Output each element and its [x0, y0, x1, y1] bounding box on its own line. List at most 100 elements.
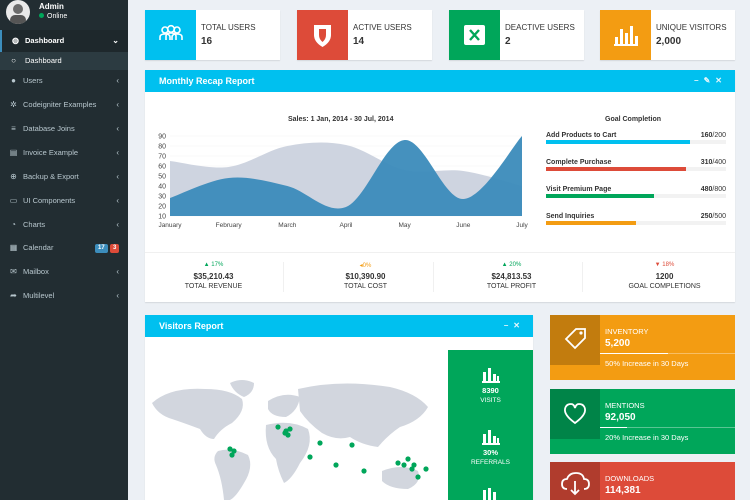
stat-separator	[433, 262, 434, 292]
y-tick-label: 20	[158, 204, 166, 211]
info-box-label: TOTAL USERS	[201, 23, 256, 32]
stat-amount: 1200	[655, 272, 674, 281]
sidebar-item-database-joins[interactable]: ≡ Database Joins ‹	[0, 118, 128, 140]
map-marker[interactable]	[415, 474, 421, 480]
stat-amount: $35,210.43	[193, 272, 234, 281]
x-tick-label: June	[456, 222, 470, 229]
map-marker[interactable]	[275, 424, 281, 430]
y-tick-label: 80	[158, 144, 166, 151]
goal-progress-fill	[546, 194, 654, 198]
sidebar-item-calendar[interactable]: ▦ Calendar 17 3	[0, 237, 128, 259]
user-status-text: Online	[47, 13, 68, 20]
stat-goal-completions: ▼ 18% 1200 GOAL COMPLETIONS	[596, 262, 733, 290]
tile-title: INVENTORY	[605, 327, 649, 336]
sidebar-item-dashboard[interactable]: ◍ Dashboard ⌄	[0, 30, 128, 52]
map-marker[interactable]	[349, 442, 355, 448]
goal-value: 310/400	[700, 159, 726, 166]
goal-label: Send Inquiries	[546, 213, 595, 220]
y-tick-label: 70	[158, 154, 166, 161]
goal-progress-bar	[546, 221, 726, 225]
file-icon: ▤	[9, 148, 18, 157]
sidebar-item-label: Backup & Export	[23, 172, 79, 181]
tile-progress-fill	[600, 427, 627, 428]
avatar[interactable]	[6, 0, 30, 24]
envelope-icon: ✉	[10, 267, 17, 276]
info-box-value: 2,000	[656, 36, 682, 47]
chevron-left-icon: ‹	[116, 172, 119, 181]
info-box-unique-visitors: UNIQUE VISITORS 2,000	[600, 10, 735, 60]
chevron-left-icon: ‹	[116, 220, 119, 229]
map-marker[interactable]	[317, 440, 323, 446]
map-marker[interactable]	[287, 426, 293, 432]
tile-number: 5,200	[605, 338, 631, 349]
sidebar-item-label: UI Components	[23, 196, 76, 205]
goal-progress-bar	[546, 167, 726, 171]
close-icon[interactable]: ✕	[715, 76, 727, 85]
goal-value: 480/800	[700, 186, 726, 193]
user-name: Admin	[39, 2, 64, 11]
calendar-badge-blue: 17	[95, 244, 108, 253]
map-marker[interactable]	[333, 462, 339, 468]
calendar-icon: ▦	[9, 243, 18, 252]
map-marker[interactable]	[231, 448, 237, 454]
map-marker[interactable]	[285, 432, 291, 438]
sidebar-item-label: Database Joins	[23, 124, 75, 133]
caret-down-icon: ▼	[654, 262, 661, 268]
sidebar-item-label: Calendar	[23, 243, 54, 252]
close-icon[interactable]: ✕	[513, 321, 525, 330]
laptop-icon: ▭	[9, 196, 18, 205]
sidebar-item-multilevel[interactable]: ➦ Multilevel ‹	[0, 285, 128, 307]
bar-chart-icon	[482, 488, 496, 500]
sidebar-item-mailbox[interactable]: ✉ Mailbox ‹	[0, 261, 128, 283]
tile-description: 50% Increase in 30 Days	[605, 359, 689, 368]
sidebar-item-codeigniter-examples[interactable]: ✲ Codeigniter Examples ‹	[0, 94, 128, 116]
sidebar-item-charts[interactable]: ◔ Charts ‹	[0, 214, 128, 236]
map-asia	[298, 383, 428, 447]
info-box-total-users: TOTAL USERS 16	[145, 10, 280, 60]
sales-chart-title: Sales: 1 Jan, 2014 - 30 Jul, 2014	[288, 116, 394, 123]
tile-description: 20% Increase in 30 Days	[605, 433, 689, 442]
chevron-left-icon: ‹	[116, 148, 119, 157]
visitors-stat-value: 30%	[482, 448, 498, 457]
pie-chart-icon: ◔	[11, 220, 16, 229]
chevron-left-icon: ‹	[116, 291, 119, 300]
collapse-icon[interactable]: –	[694, 76, 703, 85]
visitors-stat-visits: 8390 VISITS	[448, 366, 533, 404]
map-marker[interactable]	[405, 456, 411, 462]
map-marker[interactable]	[361, 468, 367, 474]
goal-progress-fill	[546, 221, 636, 225]
shield-icon	[297, 10, 348, 60]
map-marker[interactable]	[423, 466, 429, 472]
sidebar-subitem-dashboard[interactable]: ○ Dashboard	[0, 52, 128, 70]
collapse-icon[interactable]: –	[504, 321, 513, 330]
sidebar-item-label: Dashboard	[25, 56, 62, 65]
map-marker[interactable]	[411, 462, 417, 468]
y-tick-label: 50	[158, 174, 166, 181]
monthly-recap-title: Monthly Recap Report	[159, 76, 255, 86]
chevron-left-icon: ‹	[116, 196, 119, 205]
x-tick-label: July	[516, 222, 528, 229]
tile-downloads: DOWNLOADS 114,381	[550, 462, 735, 500]
map-marker[interactable]	[395, 460, 401, 466]
sidebar-item-users[interactable]: ● Users ‹	[0, 70, 128, 92]
box-tools: –✎✕	[694, 70, 727, 92]
stat-percentage: ▲ 20%	[501, 262, 522, 268]
recap-divider	[145, 252, 735, 253]
stat-percentage: ▼ 18%	[654, 262, 675, 268]
calendar-badge-red: 3	[110, 244, 120, 253]
stat-label: TOTAL REVENUE	[184, 283, 243, 290]
sidebar-item-ui-components[interactable]: ▭ UI Components ‹	[0, 190, 128, 212]
map-marker[interactable]	[401, 462, 407, 468]
y-tick-label: 90	[158, 134, 166, 141]
info-box-deactive-users: DEACTIVE USERS 2	[449, 10, 584, 60]
info-box-value: 14	[353, 36, 365, 47]
tile-number: 92,050	[605, 412, 636, 423]
info-box-value: 2	[505, 36, 511, 47]
cloud-download-icon	[550, 462, 600, 500]
map-marker[interactable]	[307, 454, 313, 460]
sidebar-item-backup-export[interactable]: ⊕ Backup & Export ‹	[0, 166, 128, 188]
wrench-icon[interactable]: ✎	[704, 76, 716, 85]
sidebar-item-invoice-example[interactable]: ▤ Invoice Example ‹	[0, 142, 128, 164]
goal-value: 250/500	[700, 213, 726, 220]
stat-separator	[582, 262, 583, 292]
